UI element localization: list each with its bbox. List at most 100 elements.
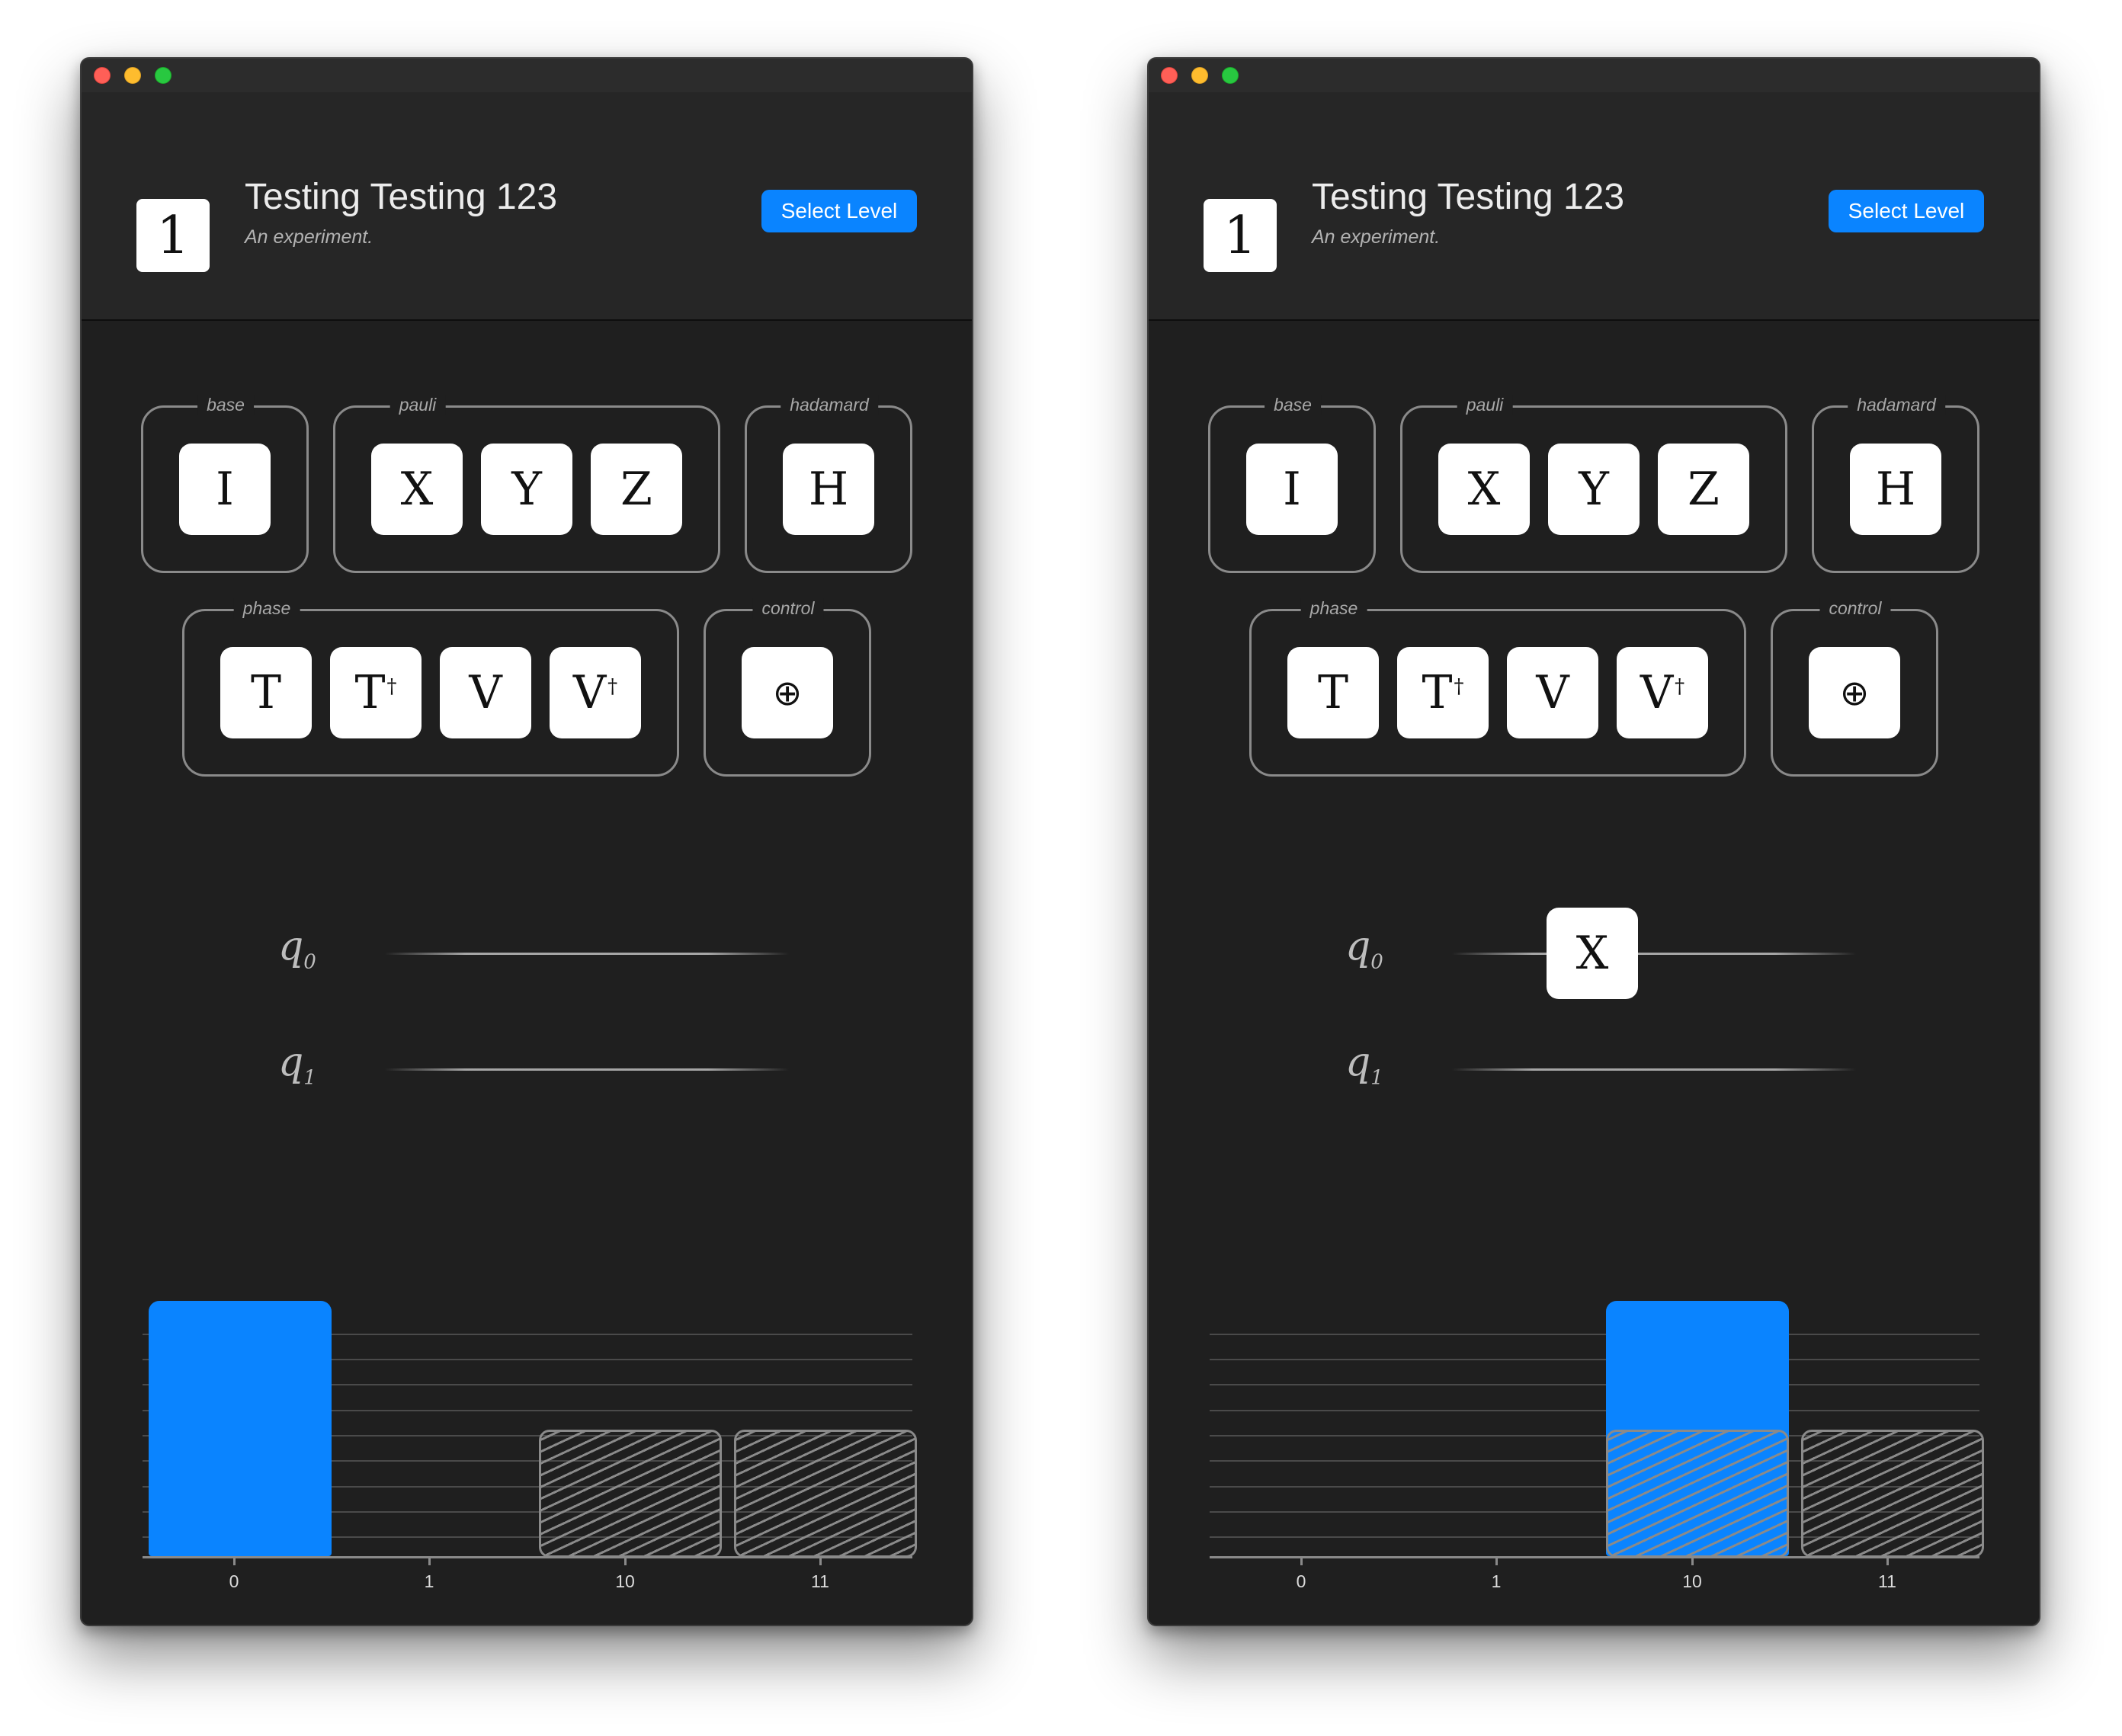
grid-line xyxy=(1210,1384,1979,1385)
gate-cnot[interactable]: ⊕ xyxy=(1809,647,1900,738)
qubit-label-0: q0 xyxy=(278,924,316,974)
oplus-icon: ⊕ xyxy=(1839,672,1870,713)
level-number-badge: 1 xyxy=(136,199,210,272)
qubit-label-1: q1 xyxy=(278,1039,316,1090)
dagger-superscript: † xyxy=(607,675,618,698)
gate-group-label: pauli xyxy=(1457,395,1513,415)
gate-group-hadamard: hadamard H xyxy=(745,395,912,573)
zoom-window-button[interactable] xyxy=(155,67,171,84)
dagger-superscript: † xyxy=(1454,675,1464,698)
x-tick xyxy=(1691,1556,1694,1565)
oplus-icon: ⊕ xyxy=(772,672,803,713)
gate-i[interactable]: I xyxy=(1246,444,1338,535)
gate-h[interactable]: H xyxy=(1850,444,1941,535)
gate-group-base: base I xyxy=(1208,395,1376,573)
gate-v[interactable]: V xyxy=(440,647,531,738)
x-tick xyxy=(428,1556,431,1565)
x-axis xyxy=(143,1556,912,1558)
zoom-window-button[interactable] xyxy=(1222,67,1239,84)
gate-group-label: pauli xyxy=(389,395,446,415)
app-window-right: 1 Testing Testing 123 An experiment. Sel… xyxy=(1147,57,2040,1626)
gate-group-pauli: pauli X Y Z xyxy=(333,395,720,573)
minimize-window-button[interactable] xyxy=(124,67,141,84)
gate-group-base: base I xyxy=(141,395,309,573)
gate-group-pauli: pauli X Y Z xyxy=(1400,395,1787,573)
gate-t[interactable]: T xyxy=(1287,647,1379,738)
x-tick-label: 10 xyxy=(1682,1571,1702,1591)
x-tick-label: 11 xyxy=(811,1571,829,1591)
close-window-button[interactable] xyxy=(94,67,111,84)
title-bar[interactable] xyxy=(82,59,972,93)
qubit-wire-1[interactable] xyxy=(1452,1068,1856,1071)
gate-symbol: T xyxy=(1317,666,1349,719)
gate-symbol: V xyxy=(1536,666,1569,719)
x-tick-label: 10 xyxy=(615,1571,635,1591)
gate-group-control: control ⊕ xyxy=(1771,598,1938,777)
gate-v[interactable]: V xyxy=(1507,647,1598,738)
gate-t-dagger[interactable]: T † xyxy=(1397,647,1489,738)
qubit-wire-0[interactable] xyxy=(1452,953,1856,955)
gate-z[interactable]: Z xyxy=(591,444,682,535)
gate-symbol: T xyxy=(354,666,386,719)
gate-group-label: base xyxy=(1265,395,1321,415)
gate-group-hadamard: hadamard H xyxy=(1812,395,1979,573)
gate-group-phase: phase T T † V V † xyxy=(1249,598,1746,777)
x-tick-label: 1 xyxy=(1491,1571,1502,1591)
target-bar-state-10 xyxy=(539,1430,722,1558)
minimize-window-button[interactable] xyxy=(1191,67,1208,84)
target-bar-state-10 xyxy=(1606,1430,1789,1558)
dagger-superscript: † xyxy=(386,675,397,698)
x-tick-label: 0 xyxy=(229,1571,239,1591)
gate-y[interactable]: Y xyxy=(481,444,572,535)
x-tick-label: 1 xyxy=(424,1571,434,1591)
level-header: 1 Testing Testing 123 An experiment. Sel… xyxy=(82,92,972,321)
gate-symbol: V xyxy=(572,666,607,719)
gate-group-label: phase xyxy=(1300,598,1367,619)
gate-cnot[interactable]: ⊕ xyxy=(742,647,833,738)
gate-symbol: T xyxy=(250,666,282,719)
qubit-label-1: q1 xyxy=(1345,1039,1383,1090)
qubit-wire-1[interactable] xyxy=(385,1068,789,1071)
gate-v-dagger[interactable]: V † xyxy=(550,647,641,738)
gate-t[interactable]: T xyxy=(220,647,312,738)
x-tick xyxy=(1495,1556,1498,1565)
gate-group-label: control xyxy=(752,598,824,619)
grid-line xyxy=(1210,1410,1979,1411)
probability-bar-state-0 xyxy=(149,1301,332,1556)
level-title: Testing Testing 123 xyxy=(1312,177,1625,217)
select-level-button[interactable]: Select Level xyxy=(1829,190,1984,232)
app-window-left: 1 Testing Testing 123 An experiment. Sel… xyxy=(80,57,973,1626)
grid-line xyxy=(1210,1334,1979,1335)
gate-symbol: T xyxy=(1422,666,1453,719)
x-tick xyxy=(1886,1556,1889,1565)
x-tick xyxy=(1300,1556,1303,1565)
gate-v-dagger[interactable]: V † xyxy=(1617,647,1708,738)
grid-line xyxy=(1210,1359,1979,1360)
gate-group-label: base xyxy=(197,395,254,415)
gate-h[interactable]: H xyxy=(783,444,874,535)
gate-t-dagger[interactable]: T † xyxy=(330,647,422,738)
gate-x[interactable]: X xyxy=(371,444,463,535)
gate-y[interactable]: Y xyxy=(1548,444,1640,535)
gate-group-phase: phase T T † V V † xyxy=(182,598,679,777)
placed-gate-x[interactable]: X xyxy=(1547,908,1638,999)
level-subtitle: An experiment. xyxy=(1312,226,1441,248)
select-level-button[interactable]: Select Level xyxy=(761,190,917,232)
gate-group-label: hadamard xyxy=(1848,395,1945,415)
close-window-button[interactable] xyxy=(1161,67,1178,84)
probability-histogram: 0 1 10 11 xyxy=(143,1301,917,1600)
gate-x[interactable]: X xyxy=(1438,444,1530,535)
qubit-wire-0[interactable] xyxy=(385,953,789,955)
gate-group-label: phase xyxy=(233,598,300,619)
gate-symbol: V xyxy=(1640,666,1674,719)
target-bar-state-11 xyxy=(734,1430,917,1558)
gate-symbol: V xyxy=(469,666,502,719)
dagger-superscript: † xyxy=(1675,675,1685,698)
x-tick xyxy=(624,1556,627,1565)
gate-group-label: hadamard xyxy=(781,395,878,415)
gate-z[interactable]: Z xyxy=(1658,444,1749,535)
gate-group-control: control ⊕ xyxy=(704,598,871,777)
gate-i[interactable]: I xyxy=(179,444,271,535)
title-bar[interactable] xyxy=(1149,59,2039,93)
level-title: Testing Testing 123 xyxy=(245,177,558,217)
